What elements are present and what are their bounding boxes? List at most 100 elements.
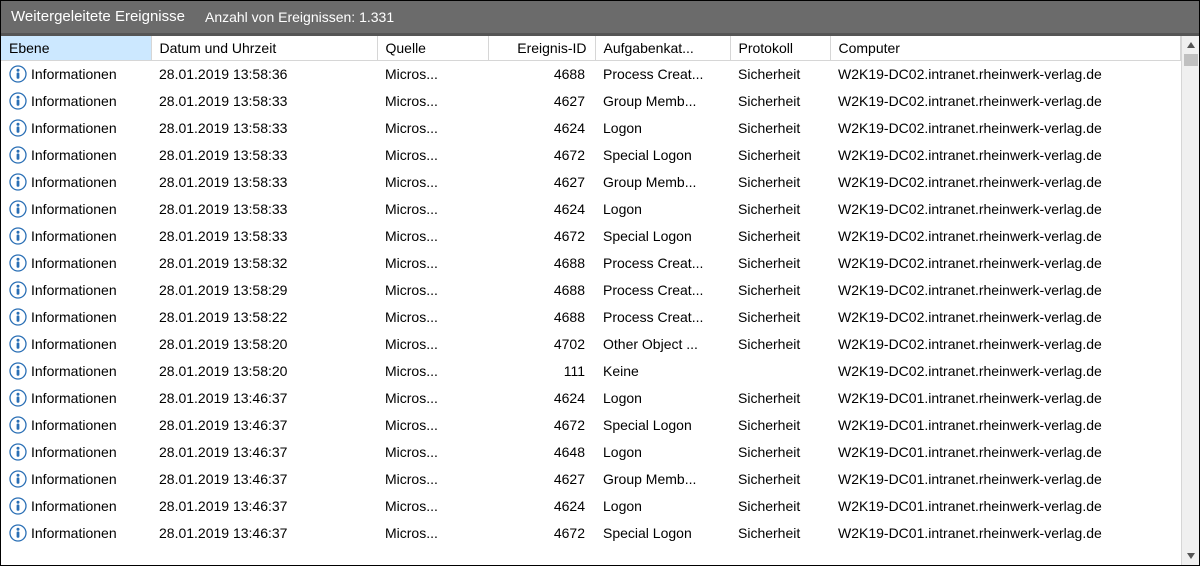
cell-task: Group Memb... (595, 466, 730, 493)
cell-datetime: 28.01.2019 13:58:33 (151, 88, 377, 115)
cell-event-id: 111 (488, 358, 595, 385)
cell-task: Other Object ... (595, 331, 730, 358)
table-row[interactable]: Informationen28.01.2019 13:58:33Micros..… (1, 223, 1181, 250)
cell-event-id: 4688 (488, 250, 595, 277)
cell-computer: W2K19-DC02.intranet.rheinwerk-verlag.de (830, 142, 1181, 169)
info-icon (9, 497, 27, 515)
cell-task: Process Creat... (595, 61, 730, 88)
cell-computer: W2K19-DC02.intranet.rheinwerk-verlag.de (830, 169, 1181, 196)
table-row[interactable]: Informationen28.01.2019 13:46:37Micros..… (1, 385, 1181, 412)
cell-datetime: 28.01.2019 13:58:33 (151, 169, 377, 196)
cell-source: Micros... (377, 196, 488, 223)
table-row[interactable]: Informationen28.01.2019 13:58:32Micros..… (1, 250, 1181, 277)
col-protocol[interactable]: Protokoll (730, 36, 830, 61)
cell-source: Micros... (377, 88, 488, 115)
column-header-row[interactable]: Ebene Datum und Uhrzeit Quelle Ereignis-… (1, 36, 1181, 61)
col-datetime[interactable]: Datum und Uhrzeit (151, 36, 377, 61)
table-row[interactable]: Informationen28.01.2019 13:58:33Micros..… (1, 142, 1181, 169)
table-row[interactable]: Informationen28.01.2019 13:58:20Micros..… (1, 331, 1181, 358)
cell-source: Micros... (377, 142, 488, 169)
info-icon (9, 416, 27, 434)
cell-level: Informationen (31, 147, 117, 163)
cell-datetime: 28.01.2019 13:46:37 (151, 385, 377, 412)
cell-task: Special Logon (595, 223, 730, 250)
info-icon (9, 470, 27, 488)
cell-computer: W2K19-DC01.intranet.rheinwerk-verlag.de (830, 520, 1181, 547)
cell-protocol: Sicherheit (730, 520, 830, 547)
cell-source: Micros... (377, 331, 488, 358)
cell-level: Informationen (31, 66, 117, 82)
table-row[interactable]: Informationen28.01.2019 13:58:36Micros..… (1, 61, 1181, 88)
cell-computer: W2K19-DC01.intranet.rheinwerk-verlag.de (830, 466, 1181, 493)
table-row[interactable]: Informationen 28.01.2019 13:58:33Micros..… (1, 88, 1181, 115)
title-text: Weitergeleitete Ereignisse (11, 1, 185, 33)
info-icon (9, 335, 27, 353)
cell-datetime: 28.01.2019 13:46:37 (151, 412, 377, 439)
cell-task: Logon (595, 385, 730, 412)
table-row[interactable]: Informationen28.01.2019 13:58:20Micros..… (1, 358, 1181, 385)
cell-protocol: Sicherheit (730, 142, 830, 169)
cell-level: Informationen (31, 417, 117, 433)
table-row[interactable]: Informationen28.01.2019 13:58:33Micros..… (1, 169, 1181, 196)
cell-task: Logon (595, 115, 730, 142)
cell-computer: W2K19-DC01.intranet.rheinwerk-verlag.de (830, 412, 1181, 439)
cell-level: Informationen (31, 228, 117, 244)
cell-computer: W2K19-DC01.intranet.rheinwerk-verlag.de (830, 493, 1181, 520)
cell-task: Process Creat... (595, 277, 730, 304)
table-row[interactable]: Informationen28.01.2019 13:58:33Micros..… (1, 115, 1181, 142)
cell-event-id: 4672 (488, 412, 595, 439)
cell-protocol: Sicherheit (730, 277, 830, 304)
cell-protocol: Sicherheit (730, 439, 830, 466)
info-icon (9, 92, 27, 110)
cell-source: Micros... (377, 520, 488, 547)
cell-datetime: 28.01.2019 13:46:37 (151, 466, 377, 493)
table-row[interactable]: Informationen28.01.2019 13:46:37Micros..… (1, 493, 1181, 520)
cell-datetime: 28.01.2019 13:58:33 (151, 223, 377, 250)
table-row[interactable]: Informationen28.01.2019 13:46:37Micros..… (1, 466, 1181, 493)
cell-event-id: 4624 (488, 115, 595, 142)
cell-computer: W2K19-DC02.intranet.rheinwerk-verlag.de (830, 196, 1181, 223)
info-icon (9, 362, 27, 380)
cell-protocol: Sicherheit (730, 250, 830, 277)
cell-computer: W2K19-DC02.intranet.rheinwerk-verlag.de (830, 88, 1181, 115)
info-icon (9, 281, 27, 299)
col-computer[interactable]: Computer (830, 36, 1181, 61)
info-icon (9, 200, 27, 218)
col-level[interactable]: Ebene (1, 36, 151, 61)
cell-task: Group Memb... (595, 169, 730, 196)
info-icon (9, 146, 27, 164)
event-table[interactable]: Ebene Datum und Uhrzeit Quelle Ereignis-… (1, 36, 1181, 565)
table-row[interactable]: Informationen28.01.2019 13:46:37Micros..… (1, 520, 1181, 547)
table-row[interactable]: Informationen28.01.2019 13:58:29Micros..… (1, 277, 1181, 304)
cell-level: Informationen (31, 93, 117, 109)
table-row[interactable]: Informationen28.01.2019 13:58:22Micros..… (1, 304, 1181, 331)
cell-protocol (730, 358, 830, 385)
col-task[interactable]: Aufgabenkat... (595, 36, 730, 61)
cell-computer: W2K19-DC02.intranet.rheinwerk-verlag.de (830, 331, 1181, 358)
cell-computer: W2K19-DC02.intranet.rheinwerk-verlag.de (830, 250, 1181, 277)
cell-protocol: Sicherheit (730, 115, 830, 142)
cell-level: Informationen (31, 201, 117, 217)
col-source[interactable]: Quelle (377, 36, 488, 61)
table-row[interactable]: Informationen28.01.2019 13:46:37Micros..… (1, 412, 1181, 439)
info-icon (9, 443, 27, 461)
title-bar: Weitergeleitete Ereignisse Anzahl von Er… (1, 1, 1199, 33)
table-row[interactable]: Informationen28.01.2019 13:58:33Micros..… (1, 196, 1181, 223)
table-row[interactable]: Informationen28.01.2019 13:46:37Micros..… (1, 439, 1181, 466)
scroll-thumb[interactable] (1184, 54, 1198, 66)
cell-task: Keine (595, 358, 730, 385)
cell-level: Informationen (31, 282, 117, 298)
vertical-scrollbar[interactable] (1181, 36, 1199, 565)
cell-datetime: 28.01.2019 13:58:32 (151, 250, 377, 277)
cell-source: Micros... (377, 61, 488, 88)
cell-datetime: 28.01.2019 13:58:22 (151, 304, 377, 331)
cell-protocol: Sicherheit (730, 385, 830, 412)
cell-level: Informationen (31, 363, 117, 379)
scroll-down-icon[interactable] (1182, 547, 1200, 565)
scroll-up-icon[interactable] (1182, 36, 1200, 54)
col-event-id[interactable]: Ereignis-ID (488, 36, 595, 61)
cell-source: Micros... (377, 385, 488, 412)
cell-source: Micros... (377, 493, 488, 520)
cell-level: Informationen (31, 120, 117, 136)
cell-event-id: 4672 (488, 520, 595, 547)
